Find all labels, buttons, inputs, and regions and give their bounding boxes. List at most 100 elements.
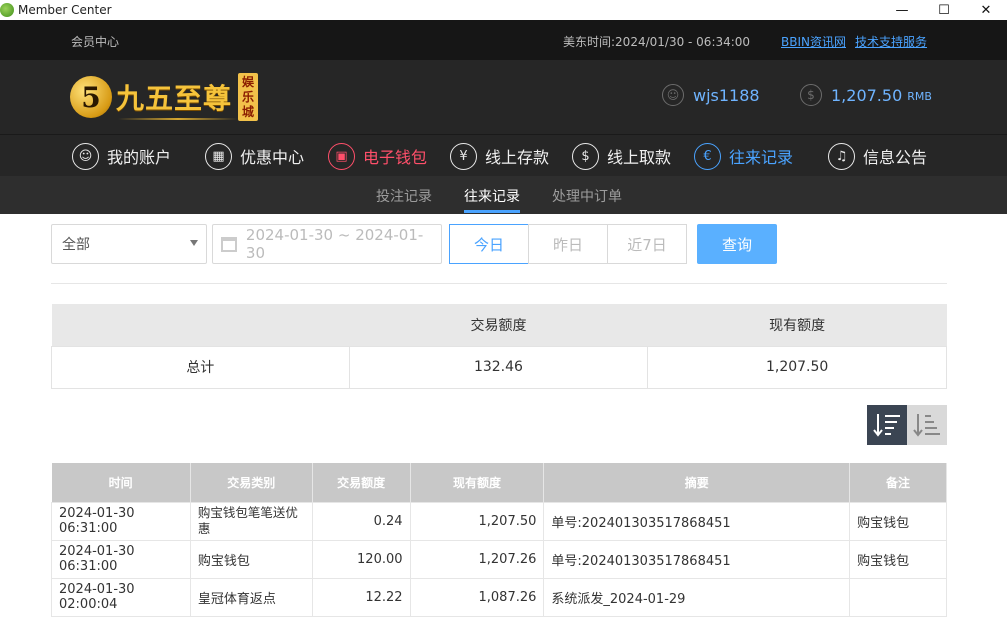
column-header-balance: 现有额度 bbox=[410, 463, 545, 502]
dollar-icon: $ bbox=[800, 84, 822, 106]
nav-online-deposit[interactable]: ¥ 线上存款 bbox=[450, 141, 549, 171]
top-info-bar: 会员中心 美东时间:2024/01/30 - 06:34:00 BBIN资讯网 … bbox=[0, 20, 1007, 60]
cell-type: 皇冠体育返点 bbox=[189, 577, 313, 617]
cell-summary: 单号:202401303517868451 bbox=[543, 539, 851, 579]
chevron-down-icon bbox=[190, 240, 198, 246]
bell-icon: ♫ bbox=[828, 142, 855, 170]
sort-descending-button[interactable] bbox=[867, 405, 907, 445]
column-header-amount: 交易额度 bbox=[312, 463, 411, 502]
balance-currency: RMB bbox=[907, 90, 932, 103]
username: wjs1188 bbox=[693, 85, 760, 105]
logo-seal: 娱乐城 bbox=[238, 73, 259, 121]
logo-ornament bbox=[118, 118, 238, 120]
summary-header-row: 交易额度 现有额度 bbox=[51, 304, 947, 346]
transactions-table: 时间 交易类别 交易额度 现有额度 摘要 备注 2024-01-30 06:31… bbox=[51, 463, 947, 617]
summary-current-balance: 1,207.50 bbox=[647, 345, 947, 389]
column-header-summary: 摘要 bbox=[543, 463, 851, 502]
divider bbox=[51, 283, 947, 284]
nav-label: 往来记录 bbox=[729, 148, 794, 167]
user-icon: ☺ bbox=[662, 84, 684, 106]
deposit-icon: ¥ bbox=[450, 142, 477, 170]
calendar-icon bbox=[221, 236, 237, 252]
gift-icon: ▦ bbox=[205, 142, 232, 170]
cell-remark: 购宝钱包 bbox=[849, 539, 947, 579]
column-header-remark: 备注 bbox=[849, 463, 947, 502]
summary-header: 现有额度 bbox=[647, 304, 947, 346]
record-icon: € bbox=[694, 142, 721, 170]
tab-pending-orders[interactable]: 处理中订单 bbox=[552, 186, 622, 206]
cell-balance: 1,087.26 bbox=[409, 577, 545, 617]
nav-announcements[interactable]: ♫ 信息公告 bbox=[828, 141, 927, 171]
column-header-type: 交易类别 bbox=[190, 463, 313, 502]
yesterday-button[interactable]: 昨日 bbox=[528, 224, 608, 264]
cell-amount: 0.24 bbox=[311, 501, 411, 541]
logo-name: 九五至尊 bbox=[116, 82, 233, 115]
member-center-label: 会员中心 bbox=[71, 35, 120, 49]
summary-transaction-amount: 132.46 bbox=[348, 345, 649, 389]
nav-label: 线上取款 bbox=[607, 148, 672, 167]
table-row: 2024-01-30 06:31:00 购宝钱包 120.00 1,207.26… bbox=[51, 539, 947, 579]
table-row: 2024-01-30 06:31:00 购宝钱包笔笔送优惠 0.24 1,207… bbox=[51, 501, 947, 541]
minimize-icon[interactable]: — bbox=[881, 0, 923, 20]
cell-time: 2024-01-30 06:31:00 bbox=[51, 501, 191, 541]
eastern-time-display: 美东时间:2024/01/30 - 06:34:00 bbox=[563, 33, 750, 50]
site-logo[interactable]: 5 九五至尊 娱乐城 bbox=[70, 70, 259, 124]
tech-support-link[interactable]: 技术支持服务 bbox=[855, 33, 927, 50]
time-value: 2024/01/30 - 06:34:00 bbox=[615, 35, 751, 49]
nav-label: 电子钱包 bbox=[363, 148, 428, 167]
last-7-days-button[interactable]: 近7日 bbox=[607, 224, 687, 264]
summary-header bbox=[51, 304, 350, 346]
cell-type: 购宝钱包 bbox=[189, 539, 313, 579]
nav-label: 我的账户 bbox=[107, 148, 172, 167]
column-header-time: 时间 bbox=[51, 463, 191, 502]
date-range-value: 2024-01-30 ~ 2024-01-30 bbox=[245, 226, 424, 262]
cell-amount: 12.22 bbox=[311, 577, 411, 617]
summary-table: 交易额度 现有额度 总计 132.46 1,207.50 bbox=[51, 304, 947, 389]
sort-ascending-icon bbox=[913, 414, 940, 437]
cell-summary: 系统派发_2024-01-29 bbox=[543, 577, 851, 617]
nav-label: 信息公告 bbox=[863, 148, 928, 167]
sub-nav: 投注记录 往来记录 处理中订单 bbox=[0, 176, 1007, 214]
nav-transaction-records[interactable]: € 往来记录 bbox=[694, 141, 793, 171]
window-title-bar: Member Center — ☐ ✕ bbox=[0, 0, 1007, 20]
time-label: 美东时间: bbox=[563, 35, 616, 49]
category-value: 全部 bbox=[62, 237, 90, 253]
window-title: Member Center bbox=[18, 3, 112, 17]
cell-balance: 1,207.26 bbox=[409, 539, 545, 579]
summary-total-label: 总计 bbox=[51, 345, 350, 389]
sort-ascending-button[interactable] bbox=[907, 405, 947, 445]
bbin-news-link[interactable]: BBIN资讯网 bbox=[781, 33, 846, 50]
cell-time: 2024-01-30 06:31:00 bbox=[51, 539, 191, 579]
logo-five-emblem: 5 bbox=[70, 76, 112, 118]
date-range-input[interactable]: 2024-01-30 ~ 2024-01-30 bbox=[212, 224, 442, 264]
maximize-icon[interactable]: ☐ bbox=[923, 0, 965, 20]
today-button[interactable]: 今日 bbox=[449, 224, 529, 264]
tab-bet-records[interactable]: 投注记录 bbox=[376, 186, 432, 206]
sort-descending-icon bbox=[873, 414, 900, 437]
nav-online-withdraw[interactable]: $ 线上取款 bbox=[572, 141, 671, 171]
user-info: ☺ wjs1188 bbox=[662, 84, 760, 106]
app-icon bbox=[0, 3, 14, 17]
nav-e-wallet[interactable]: ▣ 电子钱包 bbox=[328, 141, 427, 171]
withdraw-icon: $ bbox=[572, 142, 599, 170]
cell-summary: 单号:202401303517868451 bbox=[543, 501, 851, 541]
summary-row: 总计 132.46 1,207.50 bbox=[51, 345, 947, 389]
balance-value: 1,207.50 bbox=[831, 85, 903, 105]
table-header-row: 时间 交易类别 交易额度 现有额度 摘要 备注 bbox=[51, 463, 947, 502]
tab-transaction-records[interactable]: 往来记录 bbox=[464, 186, 520, 213]
cell-remark: 购宝钱包 bbox=[849, 501, 947, 541]
query-button[interactable]: 查询 bbox=[697, 224, 777, 264]
nav-label: 线上存款 bbox=[485, 148, 550, 167]
cell-type: 购宝钱包笔笔送优惠 bbox=[189, 501, 313, 541]
wallet-icon: ▣ bbox=[328, 142, 355, 170]
header: 5 九五至尊 娱乐城 ☺ wjs1188 $ 1,207.50 RMB bbox=[0, 60, 1007, 134]
balance-info: $ 1,207.50 RMB bbox=[800, 84, 932, 106]
table-row: 2024-01-30 02:00:04 皇冠体育返点 12.22 1,087.2… bbox=[51, 577, 947, 617]
category-select[interactable]: 全部 bbox=[51, 224, 207, 264]
close-icon[interactable]: ✕ bbox=[965, 0, 1007, 20]
user-icon: ☺ bbox=[72, 142, 99, 170]
nav-my-account[interactable]: ☺ 我的账户 bbox=[72, 141, 171, 171]
nav-promotions[interactable]: ▦ 优惠中心 bbox=[205, 141, 304, 171]
summary-header: 交易额度 bbox=[349, 304, 648, 346]
cell-balance: 1,207.50 bbox=[409, 501, 545, 541]
